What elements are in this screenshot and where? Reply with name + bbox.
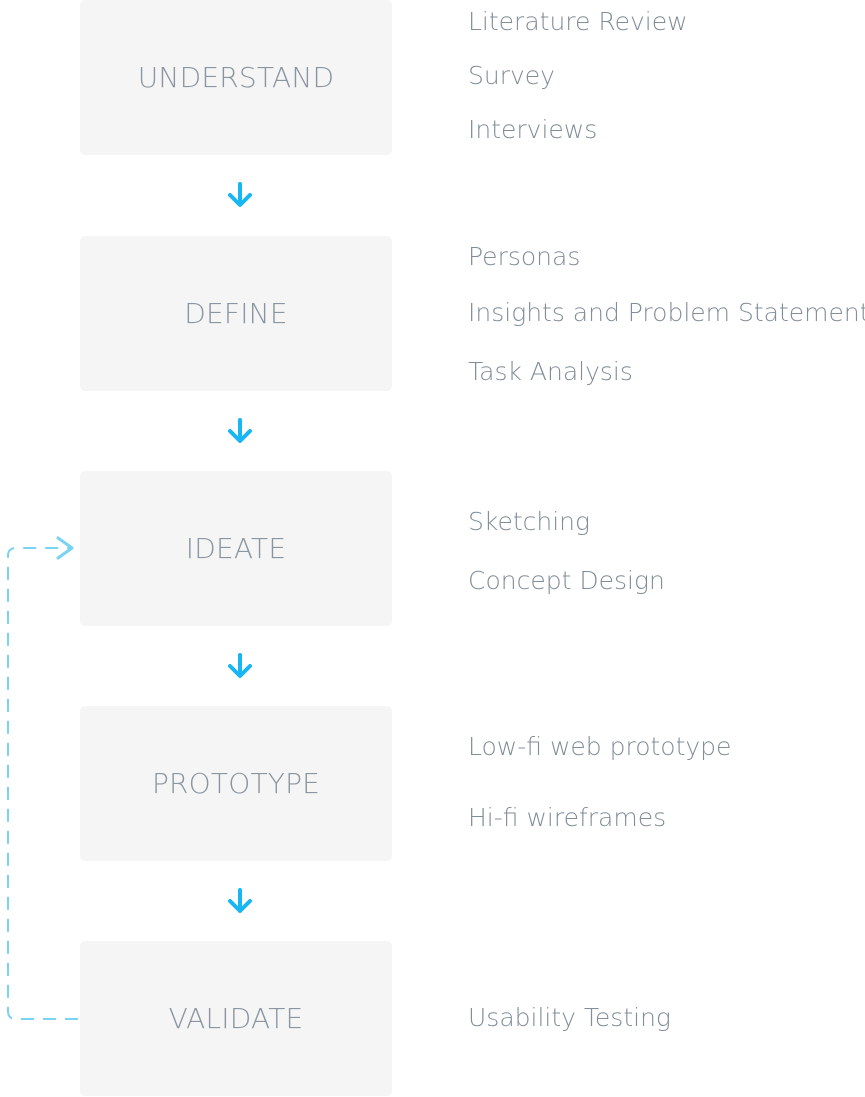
stage-understand: UNDERSTAND xyxy=(80,0,392,155)
activity-item: Hi-fi wireframes xyxy=(468,803,667,832)
stage-label: IDEATE xyxy=(185,532,287,565)
stage-ideate: IDEATE xyxy=(80,471,392,626)
arrow-right-icon xyxy=(56,536,74,560)
stage-label: PROTOTYPE xyxy=(151,767,321,800)
stage-define: DEFINE xyxy=(80,236,392,391)
arrow-down-icon xyxy=(228,182,252,207)
activity-item: Task Analysis xyxy=(468,357,633,386)
arrow-down-icon xyxy=(228,418,252,443)
activity-item: Concept Design xyxy=(468,566,665,595)
activity-item: Sketching xyxy=(468,507,591,536)
arrow-down-icon xyxy=(228,888,252,913)
stage-label: VALIDATE xyxy=(168,1002,304,1035)
activity-item: Survey xyxy=(468,61,555,90)
iteration-loop-arrow xyxy=(7,536,78,1020)
activity-item: Usability Testing xyxy=(468,1003,671,1032)
activity-item: Insights and Problem Statement xyxy=(468,298,865,327)
stage-prototype: PROTOTYPE xyxy=(80,706,392,861)
activity-item: Interviews xyxy=(468,115,598,144)
activity-item: Low-fi web prototype xyxy=(468,732,732,761)
arrow-down-icon xyxy=(228,653,252,678)
activity-item: Personas xyxy=(468,242,581,271)
activity-item: Literature Review xyxy=(468,7,688,36)
stage-label: DEFINE xyxy=(184,297,288,330)
stage-validate: VALIDATE xyxy=(80,941,392,1096)
stage-label: UNDERSTAND xyxy=(137,61,335,94)
